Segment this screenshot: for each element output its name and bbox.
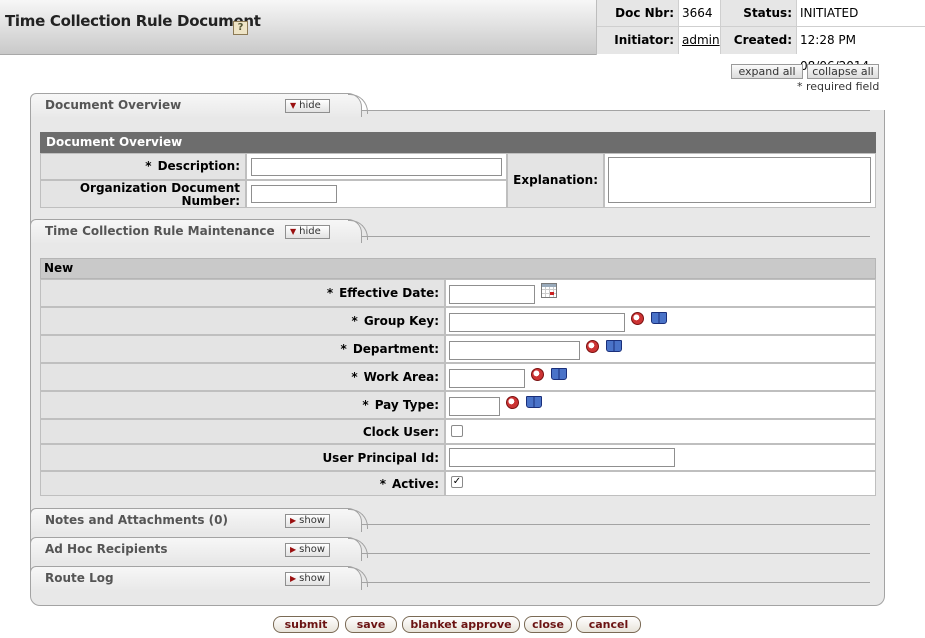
triangle-right-icon: ▶: [290, 574, 297, 583]
tab-title-document-overview: Document Overview: [45, 98, 182, 112]
ad-hoc-show-button[interactable]: ▶ show: [285, 543, 330, 557]
required-marker: *: [379, 477, 386, 491]
tab-ad-hoc-recipients: Ad Hoc Recipients ▶ show: [30, 537, 362, 561]
clock-user-cell: [445, 419, 876, 444]
book-inquiry-icon[interactable]: [526, 396, 542, 408]
user-principal-id-input[interactable]: [449, 448, 675, 467]
required-marker: *: [326, 286, 334, 300]
required-marker: *: [145, 159, 152, 173]
tab-title-route-log: Route Log: [45, 571, 114, 585]
tab-divider: [362, 236, 870, 237]
book-inquiry-icon[interactable]: [651, 312, 667, 324]
magnifier-lookup-icon[interactable]: [631, 312, 644, 325]
org-doc-number-label: Organization Document Number:: [40, 180, 246, 208]
initiator-value: admin: [679, 27, 721, 54]
department-input[interactable]: [449, 341, 580, 360]
doc-nbr-label: Doc Nbr:: [597, 0, 679, 27]
tab-route-log: Route Log ▶ show: [30, 566, 362, 590]
user-principal-id-label: User Principal Id:: [40, 444, 445, 471]
active-checkbox[interactable]: ✓: [451, 476, 463, 488]
hide-label: hide: [299, 100, 321, 111]
org-doc-number-input[interactable]: [251, 185, 337, 203]
pay-type-label: * Pay Type:: [40, 391, 445, 419]
close-button[interactable]: close: [524, 616, 572, 633]
document-header: Time Collection Rule Document ? Doc Nbr:…: [0, 0, 925, 73]
section-header-document-overview: Document Overview: [40, 132, 876, 153]
initiator-label: Initiator:: [597, 27, 679, 54]
group-key-input[interactable]: [449, 313, 625, 332]
section-header-new: New: [40, 258, 876, 279]
effective-date-label: * Effective Date:: [40, 279, 445, 307]
pay-type-input[interactable]: [449, 397, 500, 416]
triangle-right-icon: ▶: [290, 516, 297, 525]
work-area-label: * Work Area:: [40, 363, 445, 391]
required-marker: *: [351, 370, 358, 384]
effective-date-input[interactable]: [449, 285, 535, 304]
doc-nbr-value: 3664: [679, 0, 721, 27]
hide-label: hide: [299, 226, 321, 237]
status-label: Status:: [721, 0, 797, 27]
show-label: show: [299, 515, 326, 526]
notes-show-button[interactable]: ▶ show: [285, 514, 330, 528]
document-header-info: Doc Nbr: 3664 Status: INITIATED Initiato…: [596, 0, 925, 73]
tab-divider: [362, 110, 870, 111]
triangle-down-icon: ▼: [290, 227, 297, 236]
calendar-icon[interactable]: [541, 283, 557, 298]
explanation-textarea[interactable]: [608, 157, 871, 203]
triangle-right-icon: ▶: [290, 545, 297, 554]
document-overview-hide-button[interactable]: ▼ hide: [285, 99, 330, 113]
tab-title-ad-hoc: Ad Hoc Recipients: [45, 542, 168, 556]
tab-panel-bottom: [30, 594, 885, 606]
tab-title-notes: Notes and Attachments (0): [45, 513, 228, 527]
tab-divider: [362, 582, 870, 583]
blanket-approve-button[interactable]: blanket approve: [402, 616, 520, 633]
save-button[interactable]: save: [345, 616, 397, 633]
tab-title-maintenance: Time Collection Rule Maintenance: [45, 224, 275, 238]
expand-all-button[interactable]: expand all: [731, 64, 803, 79]
magnifier-lookup-icon[interactable]: [586, 340, 599, 353]
active-label: * Active:: [40, 471, 445, 496]
submit-button[interactable]: submit: [273, 616, 339, 633]
required-marker: *: [362, 398, 369, 412]
description-label: * Description:: [40, 153, 246, 180]
magnifier-lookup-icon[interactable]: [506, 396, 519, 409]
tab-notes-and-attachments: Notes and Attachments (0) ▶ show: [30, 508, 362, 532]
active-cell: [445, 471, 876, 496]
book-inquiry-icon[interactable]: [606, 340, 622, 352]
tab-divider: [362, 553, 870, 554]
show-label: show: [299, 573, 326, 584]
triangle-down-icon: ▼: [290, 101, 297, 110]
required-marker: *: [351, 314, 358, 328]
maintenance-hide-button[interactable]: ▼ hide: [285, 225, 330, 239]
initiator-link[interactable]: admin: [682, 33, 720, 47]
group-key-label: * Group Key:: [40, 307, 445, 335]
collapse-all-button[interactable]: collapse all: [807, 64, 879, 79]
tab-edge: [348, 94, 368, 114]
status-value: INITIATED: [797, 0, 925, 27]
tab-time-collection-rule-maintenance: Time Collection Rule Maintenance ▼ hide: [30, 219, 362, 243]
document-title: Time Collection Rule Document: [5, 12, 261, 30]
work-area-input[interactable]: [449, 369, 525, 388]
tab-document-overview: Document Overview ▼ hide: [30, 93, 362, 117]
route-log-show-button[interactable]: ▶ show: [285, 572, 330, 586]
required-field-note: * required field: [797, 80, 880, 93]
tab-divider: [362, 524, 870, 525]
cancel-button[interactable]: cancel: [576, 616, 641, 633]
required-marker: *: [340, 342, 347, 356]
clock-user-checkbox[interactable]: [451, 425, 463, 437]
created-value: 12:28 PM 08/06/2014: [797, 27, 925, 73]
description-input[interactable]: [251, 158, 502, 176]
department-label: * Department:: [40, 335, 445, 363]
magnifier-lookup-icon[interactable]: [531, 368, 544, 381]
explanation-label: Explanation:: [507, 153, 604, 208]
book-inquiry-icon[interactable]: [551, 368, 567, 380]
show-label: show: [299, 544, 326, 555]
created-label: Created:: [721, 27, 797, 54]
clock-user-label: Clock User:: [40, 419, 445, 444]
help-icon[interactable]: ?: [233, 21, 248, 35]
